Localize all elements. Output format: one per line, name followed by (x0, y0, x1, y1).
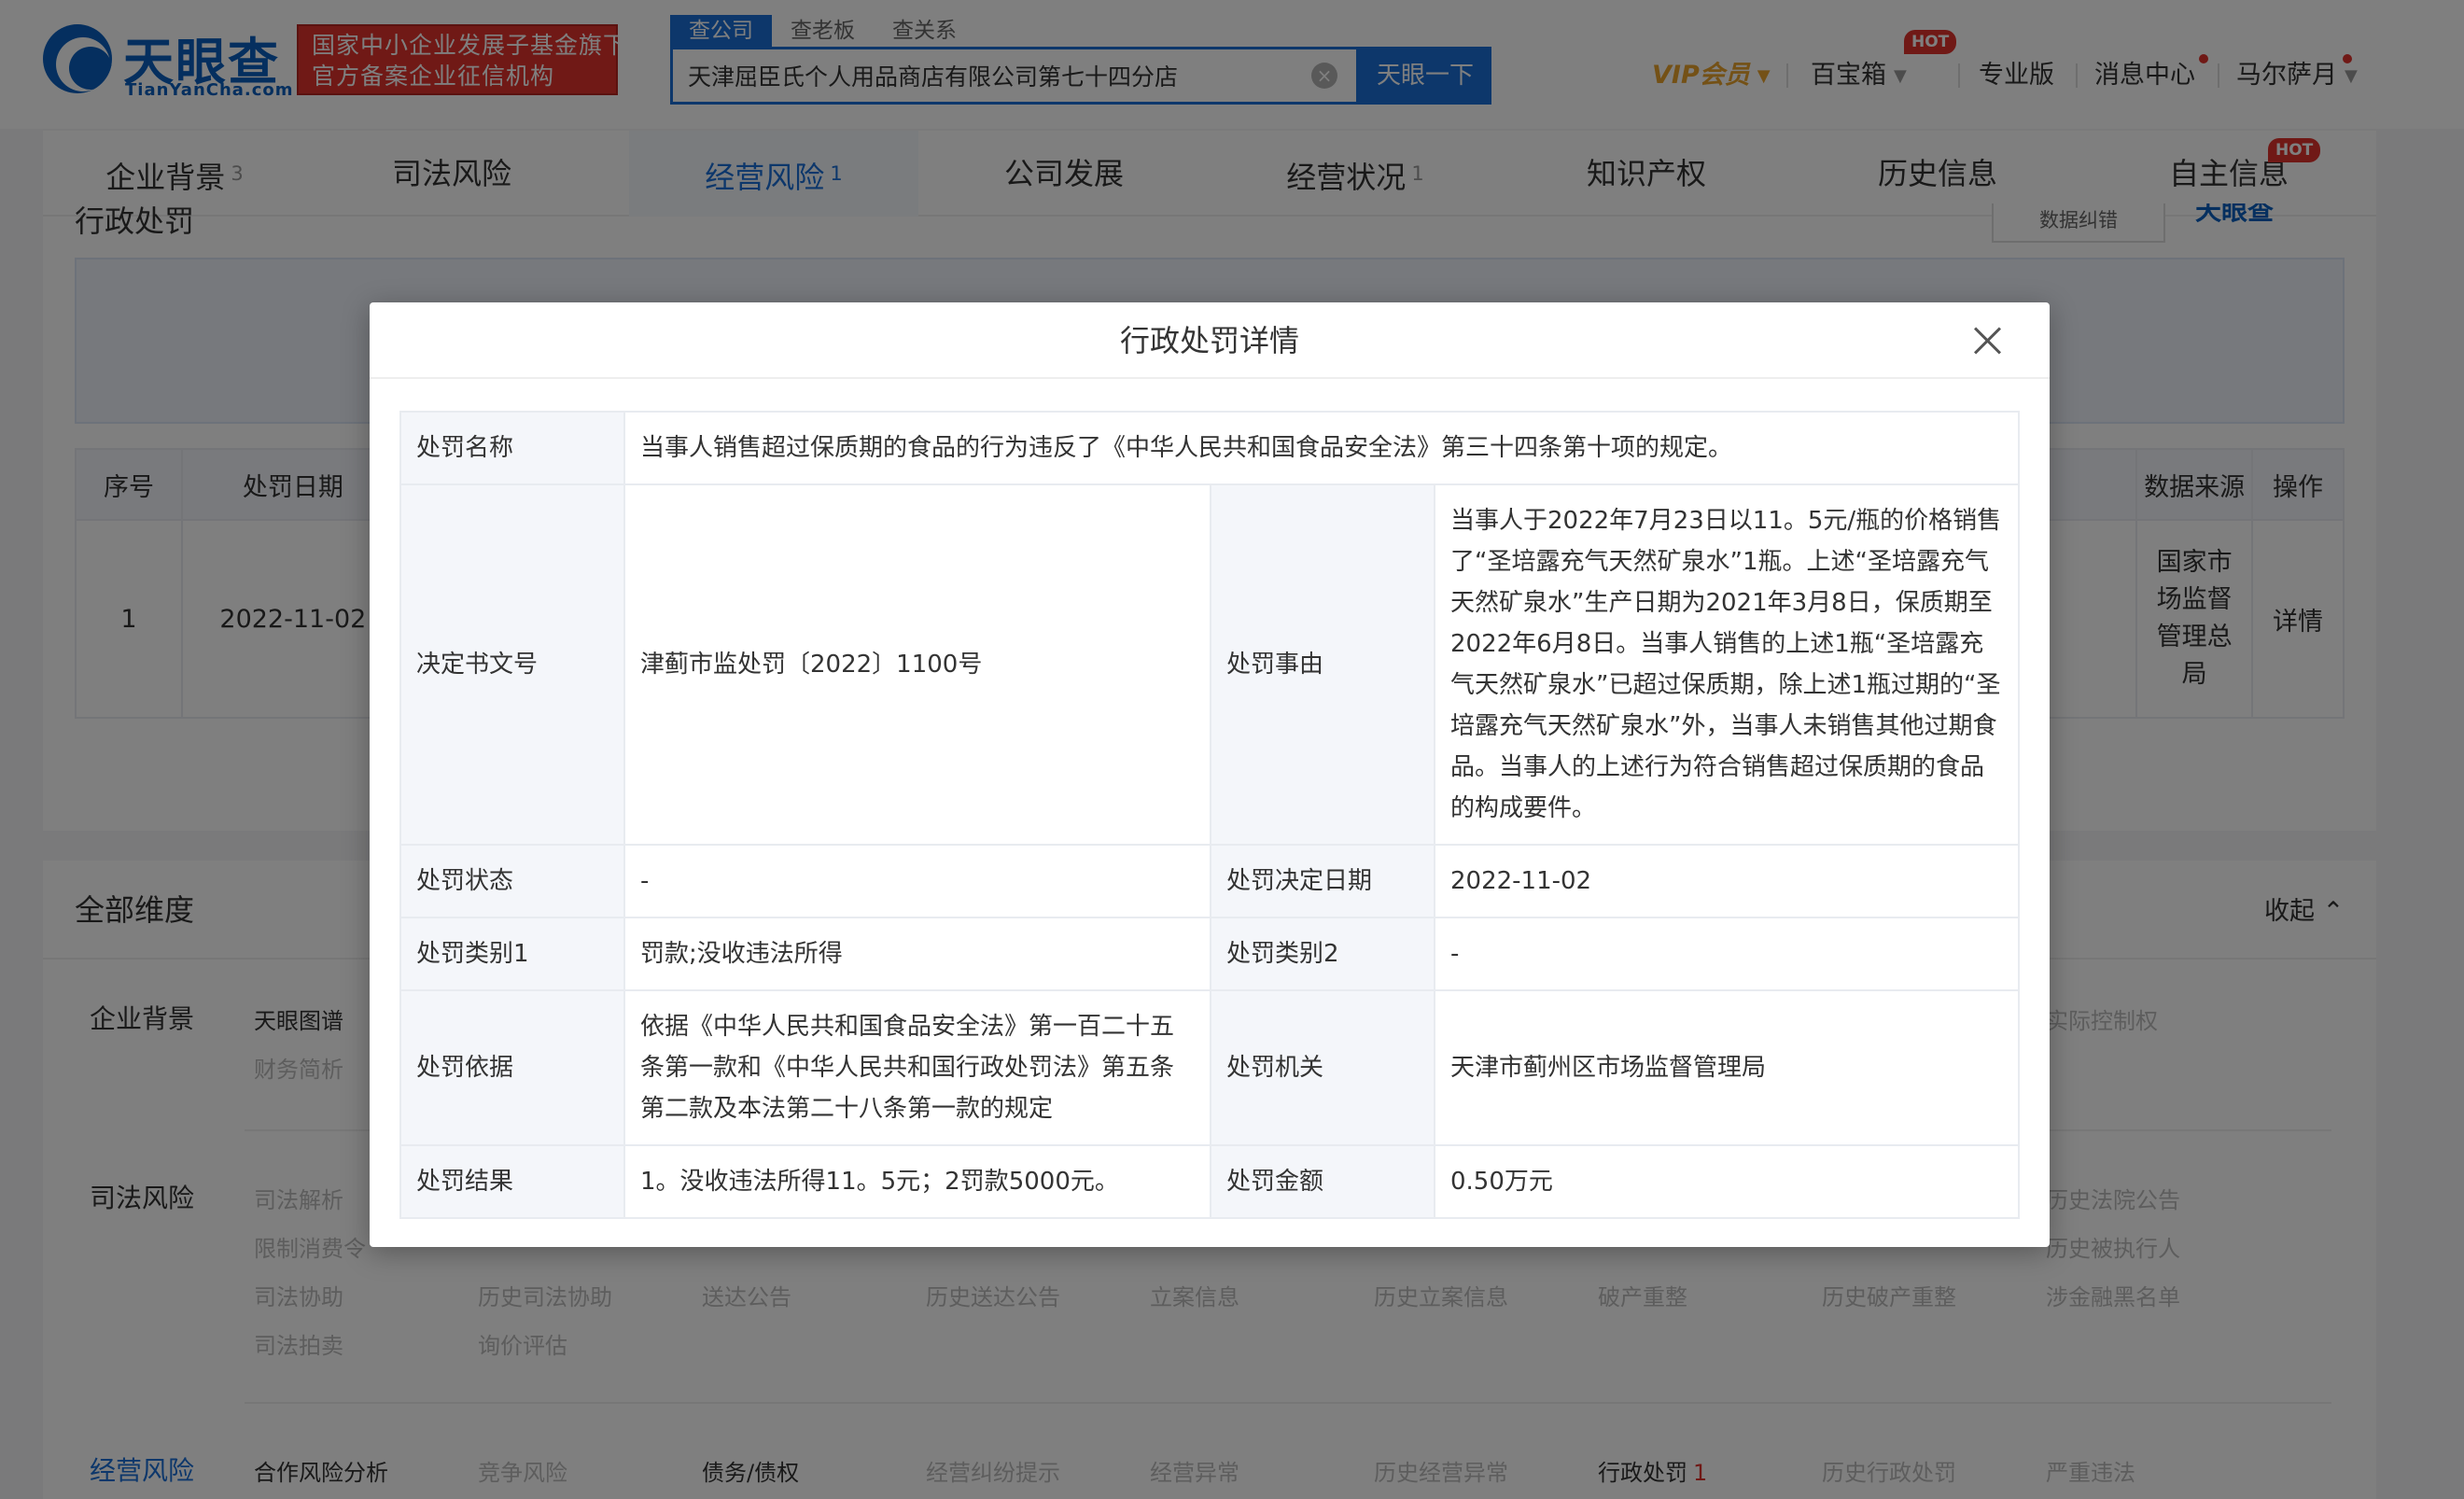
value-decision-number: 津蓟市监处罚〔2022〕1100号 (623, 483, 1211, 846)
label-penalty-type1: 处罚类别1 (399, 917, 625, 991)
value-penalty-type1: 罚款;没收违法所得 (623, 917, 1211, 991)
value-penalty-type2: - (1433, 917, 2021, 991)
value-penalty-status: - (623, 844, 1211, 918)
value-penalty-authority: 天津市蓟州区市场监督管理局 (1433, 989, 2021, 1146)
detail-row: 处罚类别1 罚款;没收违法所得 处罚类别2 - (399, 917, 2021, 991)
close-icon[interactable] (1967, 321, 2007, 360)
label-penalty-result: 处罚结果 (399, 1144, 625, 1219)
label-penalty-basis: 处罚依据 (399, 989, 625, 1146)
value-penalty-name: 当事人销售超过保质期的食品的行为违反了《中华人民共和国食品安全法》第三十四条第十… (623, 411, 2021, 485)
modal-title: 行政处罚详情 (1119, 323, 1299, 358)
label-penalty-amount: 处罚金额 (1210, 1144, 1435, 1219)
detail-row: 处罚依据 依据《中华人民共和国食品安全法》第一百二十五条第一款和《中华人民共和国… (399, 989, 2021, 1146)
label-penalty-reason: 处罚事由 (1210, 483, 1435, 846)
value-decision-date: 2022-11-02 (1433, 844, 2021, 918)
label-penalty-type2: 处罚类别2 (1210, 917, 1435, 991)
modal-header: 行政处罚详情 (370, 302, 2050, 379)
detail-row: 处罚状态 - 处罚决定日期 2022-11-02 (399, 844, 2021, 918)
detail-row: 决定书文号 津蓟市监处罚〔2022〕1100号 处罚事由 当事人于2022年7月… (399, 483, 2021, 846)
detail-row: 处罚名称 当事人销售超过保质期的食品的行为违反了《中华人民共和国食品安全法》第三… (399, 411, 2021, 485)
label-penalty-name: 处罚名称 (399, 411, 625, 485)
label-decision-number: 决定书文号 (399, 483, 625, 846)
label-decision-date: 处罚决定日期 (1210, 844, 1435, 918)
detail-row: 处罚结果 1。没收违法所得11。5元；2罚款5000元。 处罚金额 0.50万元 (399, 1144, 2021, 1219)
label-penalty-status: 处罚状态 (399, 844, 625, 918)
value-penalty-reason: 当事人于2022年7月23日以11。5元/瓶的价格销售了“圣培露充气天然矿泉水”… (1433, 483, 2021, 846)
value-penalty-result: 1。没收违法所得11。5元；2罚款5000元。 (623, 1144, 1211, 1219)
penalty-detail-table: 处罚名称 当事人销售超过保质期的食品的行为违反了《中华人民共和国食品安全法》第三… (399, 411, 2021, 1219)
value-penalty-amount: 0.50万元 (1433, 1144, 2021, 1219)
penalty-detail-modal: 行政处罚详情 处罚名称 当事人销售超过保质期的食品的行为违反了《中华人民共和国食… (370, 302, 2050, 1247)
value-penalty-basis: 依据《中华人民共和国食品安全法》第一百二十五条第一款和《中华人民共和国行政处罚法… (623, 989, 1211, 1146)
label-penalty-authority: 处罚机关 (1210, 989, 1435, 1146)
